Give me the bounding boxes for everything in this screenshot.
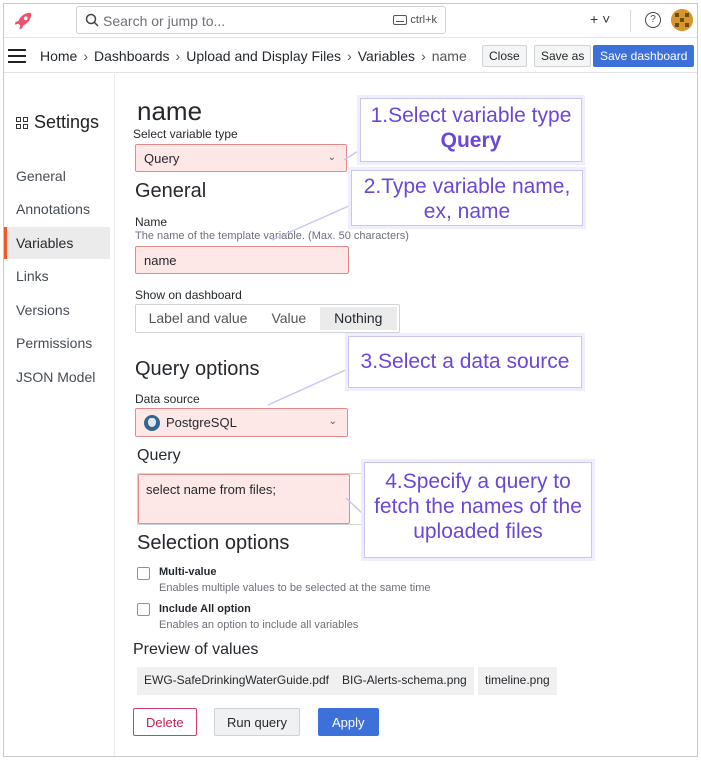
close-button[interactable]: Close xyxy=(482,45,527,67)
variable-type-select[interactable]: Query ⌄ xyxy=(135,144,347,172)
settings-title-label: Settings xyxy=(34,112,100,132)
show-option-value[interactable]: Value xyxy=(260,305,318,332)
show-option-nothing[interactable]: Nothing xyxy=(319,307,398,330)
preview-value-chip: BIG-Alerts-schema.png xyxy=(335,667,474,695)
breadcrumb-home[interactable]: Home xyxy=(40,48,77,64)
query-label: Query xyxy=(137,447,181,464)
shortcut-label: ctrl+k xyxy=(410,14,437,26)
apply-button[interactable]: Apply xyxy=(318,708,379,736)
settings-title: Settings xyxy=(16,112,99,133)
data-source-value: PostgreSQL xyxy=(166,415,237,430)
include-all-label: Include All option xyxy=(159,603,251,615)
sidebar-item-general[interactable]: General xyxy=(4,160,110,192)
breadcrumb: Home › Dashboards › Upload and Display F… xyxy=(40,48,467,64)
breadcrumb-separator-icon: › xyxy=(347,48,352,64)
settings-sidebar: Settings General Annotations Variables L… xyxy=(4,74,114,756)
grid-icon xyxy=(16,116,28,129)
delete-button[interactable]: Delete xyxy=(133,708,197,736)
breadcrumb-separator-icon: › xyxy=(421,48,426,64)
callout-step-2: 2.Type variable name, ex, name xyxy=(351,170,583,226)
save-as-button[interactable]: Save as xyxy=(534,45,592,67)
show-label: Show on dashboard xyxy=(135,288,242,302)
breadcrumb-separator-icon: › xyxy=(83,48,89,64)
type-label: Select variable type xyxy=(133,127,238,141)
selection-options-heading: Selection options xyxy=(137,532,290,554)
name-field[interactable]: name xyxy=(135,246,349,274)
callout-step-1-line2: Query xyxy=(440,129,502,153)
sidebar-item-permissions[interactable]: Permissions xyxy=(4,327,110,359)
chevron-down-icon: ⌄ xyxy=(328,416,337,427)
callout-step-4: 4.Specify a query to fetch the names of … xyxy=(364,462,592,558)
run-query-button[interactable]: Run query xyxy=(214,708,300,736)
rocket-logo-icon[interactable] xyxy=(12,10,34,32)
preview-heading: Preview of values xyxy=(133,641,259,658)
search-placeholder: Search or jump to... xyxy=(103,13,226,29)
new-menu-button[interactable]: + ˅ xyxy=(590,11,610,27)
include-all-checkbox[interactable] xyxy=(137,603,150,616)
query-options-heading: Query options xyxy=(135,358,260,380)
multi-value-checkbox[interactable] xyxy=(137,567,150,580)
search-box[interactable]: Search or jump to... ctrl+k xyxy=(76,6,446,34)
data-source-label: Data source xyxy=(135,392,200,406)
divider xyxy=(630,10,631,32)
name-label: Name xyxy=(135,215,168,229)
sidebar-item-versions[interactable]: Versions xyxy=(4,294,110,326)
postgresql-icon xyxy=(144,414,160,431)
breadcrumb-current: name xyxy=(431,48,467,64)
breadcrumb-dashboards[interactable]: Dashboards xyxy=(94,48,170,64)
multi-value-label: Multi-value xyxy=(159,566,217,578)
general-heading: General xyxy=(135,180,207,202)
query-editor[interactable]: select name from files; xyxy=(138,474,350,524)
data-source-select[interactable]: PostgreSQL ⌄ xyxy=(135,408,348,437)
breadcrumb-variables[interactable]: Variables xyxy=(358,48,415,64)
callout-step-3: 3.Select a data source xyxy=(348,336,582,388)
avatar-pattern-icon xyxy=(671,9,693,31)
keyboard-icon xyxy=(393,15,408,25)
variable-type-value: Query xyxy=(144,151,180,166)
breadcrumb-bar: Home › Dashboards › Upload and Display F… xyxy=(4,39,697,73)
breadcrumb-separator-icon: › xyxy=(175,48,181,64)
callout-step-1: 1.Select variable type Query xyxy=(360,98,582,162)
preview-value-chip: EWG-SafeDrinkingWaterGuide.pdf xyxy=(137,667,336,695)
chevron-down-icon: ⌄ xyxy=(327,152,336,163)
name-description: The name of the template variable. (Max.… xyxy=(135,230,409,242)
hamburger-menu-icon[interactable] xyxy=(8,49,26,63)
shortcut-hint: ctrl+k xyxy=(393,14,437,26)
avatar[interactable] xyxy=(671,9,693,31)
sidebar-item-json-model[interactable]: JSON Model xyxy=(4,361,110,393)
preview-value-chip: timeline.png xyxy=(478,667,557,695)
sidebar-item-links[interactable]: Links xyxy=(4,260,110,292)
top-bar: Search or jump to... ctrl+k + ˅ ? xyxy=(4,4,697,38)
multi-value-description: Enables multiple values to be selected a… xyxy=(159,582,431,594)
callout-step-1-line1: 1.Select variable type xyxy=(370,104,572,127)
sidebar-item-annotations[interactable]: Annotations xyxy=(4,193,110,225)
sidebar-item-variables[interactable]: Variables xyxy=(4,227,110,259)
save-dashboard-button[interactable]: Save dashboard xyxy=(593,45,695,67)
search-icon xyxy=(85,13,99,27)
show-on-dashboard-group: Label and value Value Nothing xyxy=(135,304,400,333)
include-all-description: Enables an option to include all variabl… xyxy=(159,619,359,631)
breadcrumb-dashboard[interactable]: Upload and Display Files xyxy=(186,48,341,64)
help-icon[interactable]: ? xyxy=(645,12,661,28)
show-option-label-value[interactable]: Label and value xyxy=(136,305,260,332)
page-title: name xyxy=(137,96,203,126)
